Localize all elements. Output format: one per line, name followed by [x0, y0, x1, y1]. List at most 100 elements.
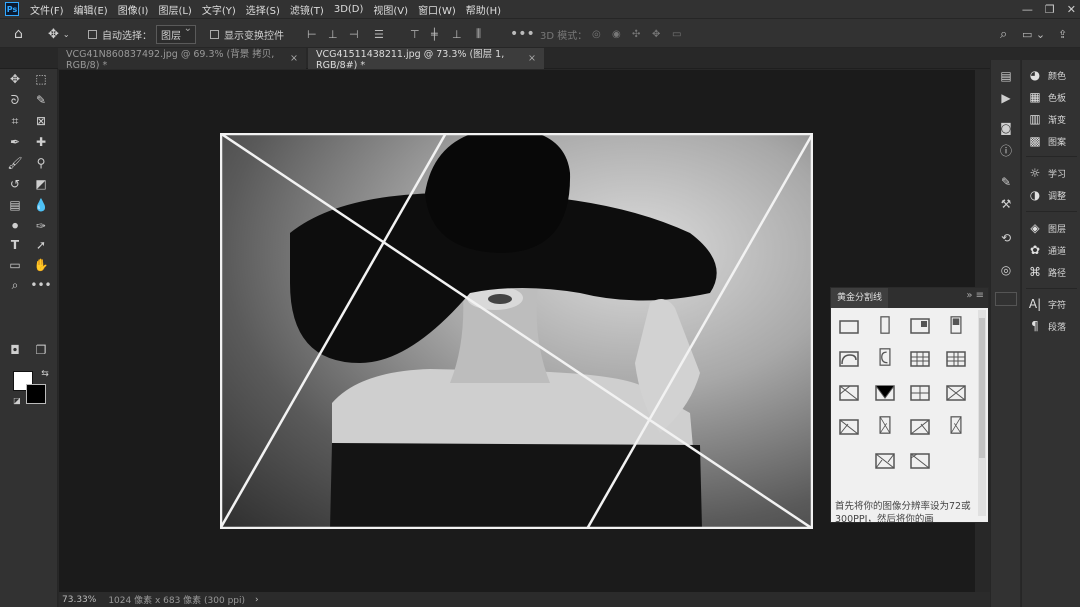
auto-select-checkbox[interactable]: 自动选择：: [88, 19, 152, 49]
panel-menu-icon[interactable]: » ≡: [966, 290, 984, 301]
single-diagonal-icon[interactable]: [909, 452, 931, 470]
marquee-tool-icon[interactable]: ⬚: [32, 71, 50, 87]
diagonal-right-icon[interactable]: [874, 384, 896, 402]
grid-phi-landscape-icon[interactable]: [945, 350, 967, 368]
type-tool-icon[interactable]: T: [6, 237, 24, 253]
menu-type[interactable]: 文字(Y): [197, 2, 241, 17]
menu-view[interactable]: 视图(V): [368, 2, 413, 17]
status-menu-arrow-icon[interactable]: ›: [255, 595, 259, 605]
menu-help[interactable]: 帮助(H): [461, 2, 506, 17]
golden-triangle-portrait-flip-icon[interactable]: [945, 416, 967, 434]
menu-file[interactable]: 文件(F): [25, 2, 69, 17]
panel-gradients[interactable]: ▥ 渐变: [1022, 109, 1080, 129]
home-icon[interactable]: ⌂: [14, 19, 23, 49]
orbit-3d-icon[interactable]: ◎: [592, 19, 601, 49]
history-brush-tool-icon[interactable]: ↺: [6, 176, 24, 192]
align-top-icon[interactable]: ⊤: [410, 19, 420, 49]
more-tools-icon[interactable]: •••: [30, 277, 51, 293]
align-hcenter-icon[interactable]: ⊥: [328, 19, 338, 49]
history-panel-icon[interactable]: ▤: [991, 66, 1021, 86]
panel-swatches[interactable]: ▦ 色板: [1022, 87, 1080, 107]
dodge-tool-icon[interactable]: ⚫: [6, 218, 24, 234]
menu-window[interactable]: 窗口(W): [413, 2, 461, 17]
panel-scrollbar[interactable]: [978, 310, 986, 516]
move-tool-icon[interactable]: ✥ ⌄: [48, 19, 70, 49]
share-icon[interactable]: ⇪: [1058, 19, 1067, 49]
blur-tool-icon[interactable]: 💧: [32, 197, 50, 213]
ratio-landscape-icon[interactable]: [838, 318, 860, 336]
clone-source-icon[interactable]: ⟲: [991, 228, 1021, 248]
ratio-portrait-icon[interactable]: [874, 316, 896, 334]
slide-3d-icon[interactable]: ✥: [652, 19, 660, 49]
path-select-tool-icon[interactable]: ➚: [32, 237, 50, 253]
extension-panel-icon[interactable]: [995, 292, 1017, 306]
panel-learn[interactable]: ☼ 学习: [1022, 163, 1080, 183]
panel-layers[interactable]: ◈ 图层: [1022, 218, 1080, 238]
golden-triangle-portrait-icon[interactable]: [874, 416, 896, 434]
background-color-swatch[interactable]: [26, 384, 46, 404]
navigator-icon[interactable]: ◎: [991, 260, 1021, 280]
default-colors-icon[interactable]: ◪: [8, 392, 26, 408]
show-transform-checkbox[interactable]: 显示变换控件: [210, 19, 284, 49]
spiral-portrait-icon[interactable]: [874, 348, 896, 366]
eraser-tool-icon[interactable]: ◩: [32, 176, 50, 192]
spiral-landscape-icon[interactable]: [838, 350, 860, 368]
menu-layer[interactable]: 图层(L): [153, 2, 196, 17]
stamp-tool-icon[interactable]: ⚲: [32, 155, 50, 171]
x-cross-icon[interactable]: [945, 384, 967, 402]
gradient-tool-icon[interactable]: ▤: [6, 197, 24, 213]
ratio-split-landscape-icon[interactable]: [909, 317, 931, 335]
panel-adjustments[interactable]: ◑ 调整: [1022, 185, 1080, 205]
pen-tool-icon[interactable]: ✑: [32, 218, 50, 234]
quick-select-tool-icon[interactable]: ✎: [32, 92, 50, 108]
panel-channels[interactable]: ✿ 通道: [1022, 240, 1080, 260]
swap-colors-icon[interactable]: ⇆: [36, 366, 54, 382]
menu-select[interactable]: 选择(S): [241, 2, 285, 17]
triangle-composition-icon[interactable]: [874, 452, 896, 470]
rectangle-tool-icon[interactable]: ▭: [6, 257, 24, 273]
brush-panel-icon[interactable]: ✎: [991, 172, 1021, 192]
tab-document-1[interactable]: VCG41N860837492.jpg @ 69.3% (背景 拷贝, RGB/…: [58, 48, 306, 71]
properties-panel-icon[interactable]: ◙: [991, 118, 1021, 138]
frame-tool-icon[interactable]: ⊠: [32, 113, 50, 129]
diagonal-left-icon[interactable]: [838, 384, 860, 402]
zoom-tool-icon[interactable]: ⌕: [6, 277, 24, 293]
cross-grid-icon[interactable]: [909, 384, 931, 402]
menu-edit[interactable]: 编辑(E): [69, 2, 113, 17]
menu-3d[interactable]: 3D(D): [329, 4, 369, 15]
align-vcenter-icon[interactable]: ╪: [431, 19, 438, 49]
scale-3d-icon[interactable]: ▭: [672, 19, 681, 49]
zoom-level[interactable]: 73.33%: [62, 595, 96, 605]
quick-mask-icon[interactable]: ◘: [6, 342, 24, 358]
panel-patterns[interactable]: ▩ 图案: [1022, 131, 1080, 151]
pan-3d-icon[interactable]: ✣: [632, 19, 640, 49]
move-tool-icon[interactable]: ✥: [6, 71, 24, 87]
panel-paragraph[interactable]: ¶ 段落: [1022, 316, 1080, 336]
layer-select-dropdown[interactable]: 图层: [156, 19, 196, 49]
grid-thirds-landscape-icon[interactable]: [909, 350, 931, 368]
panel-character[interactable]: A| 字符: [1022, 294, 1080, 314]
minimize-icon[interactable]: —: [1022, 3, 1033, 16]
align-left-icon[interactable]: ⊢: [307, 19, 317, 49]
more-options-icon[interactable]: •••: [510, 19, 535, 49]
crop-tool-icon[interactable]: ⌗: [6, 113, 24, 129]
align-right-icon[interactable]: ⊣: [349, 19, 359, 49]
golden-triangle-flip-icon[interactable]: [909, 418, 931, 436]
roll-3d-icon[interactable]: ◉: [612, 19, 621, 49]
restore-icon[interactable]: ❐: [1045, 3, 1055, 16]
distribute-icon[interactable]: ☰: [374, 19, 384, 49]
panel-paths[interactable]: ⌘ 路径: [1022, 262, 1080, 282]
hand-tool-icon[interactable]: ✋: [32, 257, 50, 273]
panel-title[interactable]: 黄金分割线: [831, 288, 889, 308]
healing-brush-tool-icon[interactable]: ✚: [32, 134, 50, 150]
search-icon[interactable]: ⌕: [1000, 19, 1007, 49]
close-tab-icon[interactable]: ×: [290, 53, 298, 64]
actions-play-icon[interactable]: ▶: [991, 88, 1021, 108]
menu-image[interactable]: 图像(I): [113, 2, 154, 17]
brush-settings-icon[interactable]: ⚒: [991, 194, 1021, 214]
info-panel-icon[interactable]: ⓘ: [991, 140, 1021, 160]
menu-filter[interactable]: 滤镜(T): [285, 2, 329, 17]
golden-triangle-landscape-icon[interactable]: [838, 418, 860, 436]
eyedropper-tool-icon[interactable]: ✒: [6, 134, 24, 150]
align-bottom-icon[interactable]: ⊥: [452, 19, 462, 49]
